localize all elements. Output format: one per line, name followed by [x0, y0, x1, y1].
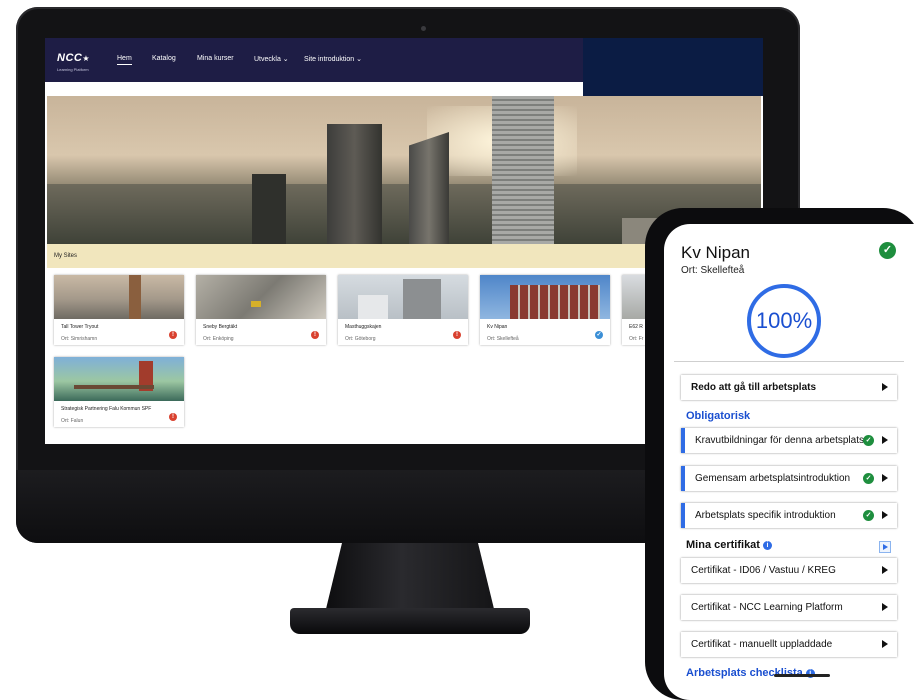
nav-site-introduktion[interactable]: Site introduktion ⌄	[304, 55, 362, 63]
obligatory-item-specifik[interactable]: Arbetsplats specifik introduktion ✓	[681, 503, 897, 528]
monitor-stand	[325, 543, 495, 613]
divider	[674, 361, 904, 362]
site-card-tall-tower[interactable]: Tall Tower Tryout Ort: Simrishamn !	[54, 275, 184, 345]
hero-tower	[492, 96, 554, 244]
nav-utveckla[interactable]: Utveckla ⌄	[254, 55, 289, 63]
ready-label: Redo att gå till arbetsplats	[691, 382, 817, 393]
chevron-right-icon	[882, 383, 888, 391]
check-icon: ✓	[863, 435, 874, 446]
nav-hem[interactable]: Hem	[117, 55, 132, 65]
site-card-title: Tall Tower Tryout	[61, 324, 99, 330]
warning-icon: !	[169, 331, 177, 339]
site-card-image	[480, 275, 610, 319]
info-icon[interactable]: i	[762, 540, 772, 550]
cert-id06-button[interactable]: Certifikat - ID06 / Vastuu / KREG	[681, 558, 897, 583]
check-icon: ✓	[595, 331, 603, 339]
obligatory-item-kravutbildningar[interactable]: Kravutbildningar för denna arbetsplats ✓	[681, 428, 897, 453]
cert-label: Certifikat - ID06 / Vastuu / KREG	[691, 565, 836, 576]
warning-icon: !	[453, 331, 461, 339]
site-card-image	[338, 275, 468, 319]
certificates-title-row: Mina certifikat i	[686, 539, 772, 551]
hero-tower	[327, 124, 382, 244]
nav-katalog[interactable]: Katalog	[152, 55, 176, 62]
obligatory-item-gemensam[interactable]: Gemensam arbetsplatsintroduktion ✓	[681, 466, 897, 491]
obligatory-item-label: Kravutbildningar för denna arbetsplats	[695, 435, 864, 446]
site-card-image	[54, 357, 184, 401]
chevron-right-icon	[882, 640, 888, 648]
site-card-title: Kv Nipan	[487, 324, 508, 330]
phone-screen: Kv Nipan Ort: Skellefteå ✓ 100% Redo att…	[664, 224, 921, 700]
home-indicator	[774, 674, 830, 677]
chevron-right-icon	[882, 603, 888, 611]
warning-icon: !	[169, 413, 177, 421]
site-card-title: E62 R	[629, 324, 643, 330]
site-card-location: Ort: Falun	[61, 418, 84, 424]
ready-for-site-button[interactable]: Redo att gå till arbetsplats	[681, 375, 897, 400]
obligatory-title: Obligatorisk	[686, 410, 751, 422]
webcam-dot	[421, 26, 426, 31]
checklist-title-row: Arbetsplats checklistai	[686, 667, 815, 679]
my-sites-title: My Sites	[54, 253, 78, 259]
play-icon[interactable]	[879, 541, 891, 553]
nav-mina-kurser[interactable]: Mina kurser	[197, 55, 234, 62]
certificates-title: Mina certifikat	[686, 539, 760, 551]
hero-tower	[252, 174, 286, 244]
site-card-title: Strategisk Partnering Falu Kommun SPF	[61, 406, 152, 412]
site-card-location: Ort: Göteborg	[345, 336, 376, 342]
site-title: Kv Nipan	[681, 243, 750, 262]
star-icon: ★	[82, 54, 90, 63]
chevron-right-icon	[882, 566, 888, 574]
obligatory-item-label: Gemensam arbetsplatsintroduktion	[695, 473, 851, 484]
site-card-title: Sneby Bergtäkt	[203, 324, 238, 330]
cert-label: Certifikat - NCC Learning Platform	[691, 602, 843, 613]
check-icon: ✓	[863, 510, 874, 521]
progress-value: 100%	[755, 308, 813, 333]
site-card-location: Ort: Simrishamn	[61, 336, 98, 342]
cert-ncc-button[interactable]: Certifikat - NCC Learning Platform	[681, 595, 897, 620]
chevron-right-icon	[882, 474, 888, 482]
chevron-right-icon	[882, 436, 888, 444]
checklist-title: Arbetsplats checklista	[686, 667, 803, 679]
cert-label: Certifikat - manuellt uppladdade	[691, 639, 833, 650]
monitor-stand-base	[290, 608, 530, 634]
warning-icon: !	[311, 331, 319, 339]
site-card-title: Masthuggskajen	[345, 324, 382, 330]
site-card-location: Ort: Enköping	[203, 336, 234, 342]
site-card-masthuggskajen[interactable]: Masthuggskajen Ort: Göteborg !	[338, 275, 468, 345]
logo-text: NCC	[57, 52, 83, 64]
cert-manual-button[interactable]: Certifikat - manuellt uppladdade	[681, 632, 897, 657]
complete-check-icon: ✓	[879, 242, 896, 259]
site-location: Ort: Skellefteå	[681, 265, 745, 276]
check-icon: ✓	[863, 473, 874, 484]
progress-ring: 100%	[747, 284, 821, 358]
ncc-logo[interactable]: NCC★ Learning Platform	[57, 48, 90, 72]
site-card-falu[interactable]: Strategisk Partnering Falu Kommun SPF Or…	[54, 357, 184, 427]
site-card-kv-nipan[interactable]: Kv Nipan Ort: Skellefteå ✓	[480, 275, 610, 345]
site-card-image	[54, 275, 184, 319]
chevron-right-icon	[882, 511, 888, 519]
site-card-location: Ort: Skellefteå	[487, 336, 519, 342]
site-card-location: Ort: Fr	[629, 336, 644, 342]
site-card-sneby[interactable]: Sneby Bergtäkt Ort: Enköping !	[196, 275, 326, 345]
logo-subtitle: Learning Platform	[57, 67, 89, 72]
obligatory-item-label: Arbetsplats specifik introduktion	[695, 510, 836, 521]
site-card-image	[196, 275, 326, 319]
hero-tower	[409, 132, 449, 244]
nav-dark-panel	[583, 38, 763, 96]
